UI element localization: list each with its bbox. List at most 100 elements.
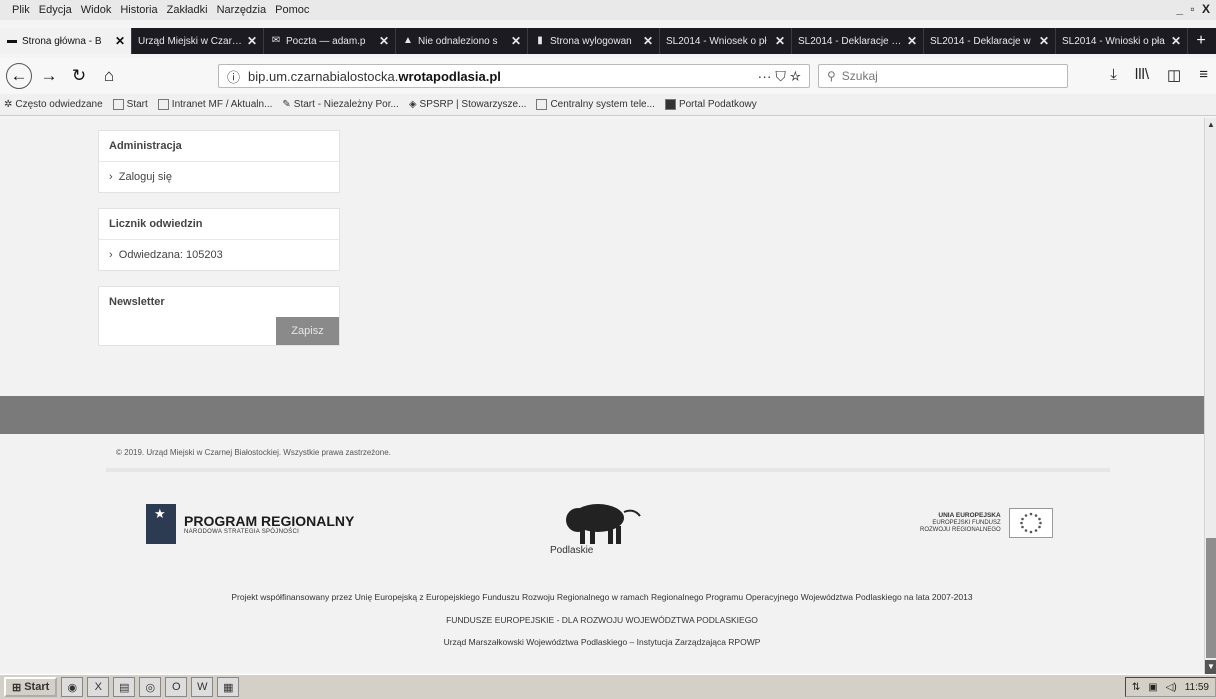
start-button[interactable]: ⊞ Start	[4, 677, 58, 697]
gear-icon: ✲	[4, 99, 13, 110]
taskbar-browser-icon[interactable]: ◎	[139, 677, 162, 697]
clock[interactable]: 11:59	[1185, 682, 1209, 693]
taskbar: ⊞ Start ◉ X ▤ ◎ O W ▦ ⇅ ▣ ◁) 11:59	[0, 674, 1216, 699]
page-icon: ✎	[282, 99, 291, 110]
menu-edycja[interactable]: Edycja	[39, 4, 72, 16]
warning-icon: ▲	[403, 35, 413, 46]
url-prefix: bip.um.czarnabialostocka.	[248, 68, 399, 84]
tray-volume-icon[interactable]: ◁)	[1166, 682, 1177, 693]
system-tray: ⇅ ▣ ◁) 11:59	[1124, 677, 1216, 697]
login-link[interactable]: › Zaloguj się	[99, 162, 339, 192]
close-icon[interactable]: ✕	[643, 34, 653, 48]
menu-pomoc[interactable]: Pomoc	[275, 4, 309, 16]
bookmark-intranet[interactable]: Intranet MF / Aktualn...	[157, 99, 272, 110]
newsletter-widget: Newsletter Zapisz	[98, 286, 340, 346]
taskbar-firefox-icon[interactable]: ◉	[61, 677, 84, 697]
bookmark-spsrp[interactable]: ◈ SPSRP | Stowarzysze...	[409, 99, 527, 110]
menu-zakladki[interactable]: Zakładki	[167, 4, 208, 16]
scroll-thumb[interactable]	[1206, 538, 1216, 658]
tab-strona-glowna[interactable]: ▬ Strona główna - B ✕	[0, 28, 132, 54]
page-icon: ▮	[537, 35, 543, 46]
tab-sl2014-deklaracje-1[interactable]: SL2014 - Deklaracje wy ✕	[792, 28, 924, 54]
home-button[interactable]: ⌂	[96, 63, 122, 89]
page-scrollbar[interactable]: ▲ ▼	[1204, 118, 1216, 674]
menu-widok[interactable]: Widok	[81, 4, 112, 16]
podlaskie-label: Podlaskie	[550, 545, 594, 556]
footer-authority-text: Urząd Marszałkowski Województwa Podlaski…	[443, 637, 761, 647]
window-controls[interactable]: _ ▫ X	[1176, 2, 1212, 16]
page-icon: ◈	[408, 99, 417, 110]
podlaskie-logo: Podlaskie	[550, 498, 660, 558]
tab-bar: ▬ Strona główna - B ✕ Urząd Miejski w Cz…	[0, 28, 1216, 54]
toolbar-right: ⤓ lll\ ◫ ≡	[1110, 66, 1208, 84]
eu-logo: UNIA EUROPEJSKA EUROPEJSKI FUNDUSZ ROZWO…	[920, 508, 1053, 538]
footer-funds-text: FUNDUSZE EUROPEJSKIE - DLA ROZWOJU WOJEW…	[446, 615, 758, 625]
search-input[interactable]: ⚲ Szukaj	[818, 64, 1068, 88]
bookmark-start[interactable]: Start	[112, 99, 148, 110]
tab-sl2014-wniosek[interactable]: SL2014 - Wniosek o pł ✕	[660, 28, 792, 54]
bookmark-niezalezny[interactable]: ✎ Start - Niezależny Por...	[282, 99, 398, 110]
counter-widget: Licznik odwiedzin › Odwiedzana: 105203	[98, 208, 340, 271]
taskbar-app-icon[interactable]: ▤	[113, 677, 136, 697]
info-icon[interactable]: ⓘ	[227, 67, 240, 86]
login-label: Zaloguj się	[118, 171, 172, 183]
forward-button[interactable]: →	[36, 63, 62, 89]
search-placeholder: Szukaj	[841, 69, 878, 83]
sidebar-icon[interactable]: ◫	[1167, 66, 1181, 84]
url-bar[interactable]: ⓘ bip.um.czarnabialostocka.wrotapodlasia…	[218, 64, 810, 88]
tab-sl2014-deklaracje-2[interactable]: SL2014 - Deklaracje w ✕	[924, 28, 1056, 54]
close-icon[interactable]: ✕	[907, 34, 917, 48]
newsletter-submit-button[interactable]: Zapisz	[276, 317, 339, 345]
back-button[interactable]: ←	[6, 63, 32, 89]
footer-divider	[106, 468, 1110, 472]
close-icon[interactable]: ✕	[1039, 34, 1049, 48]
newsletter-email-field[interactable]	[99, 317, 276, 345]
counter-title: Licznik odwiedzin	[99, 209, 339, 240]
close-icon[interactable]: ✕	[379, 34, 389, 48]
eu-line3: ROZWOJU REGIONALNEGO	[920, 527, 1001, 533]
taskbar-app2-icon[interactable]: ▦	[217, 677, 240, 697]
close-icon[interactable]: ✕	[511, 34, 521, 48]
footer-project-text: Projekt współfinansowany przez Unię Euro…	[231, 592, 973, 602]
bookmark-centralny[interactable]: Centralny system tele...	[536, 99, 655, 110]
menu-historia[interactable]: Historia	[120, 4, 157, 16]
taskbar-word-icon[interactable]: W	[191, 677, 214, 697]
taskbar-outlook-icon[interactable]: O	[165, 677, 188, 697]
taskbar-excel-icon[interactable]: X	[87, 677, 110, 697]
tab-sl2014-wnioski[interactable]: SL2014 - Wnioski o pła ✕	[1056, 28, 1188, 54]
eu-flag-icon	[1008, 508, 1053, 538]
newsletter-form: Zapisz	[99, 317, 339, 345]
tab-poczta[interactable]: ✉ Poczta — adam.p ✕	[264, 28, 396, 54]
reload-icon: ↻	[71, 66, 87, 85]
page-icon	[536, 99, 548, 110]
tab-urzad-miejski[interactable]: Urząd Miejski w Czarne ✕	[132, 28, 264, 54]
close-icon[interactable]: ✕	[247, 34, 257, 48]
tray-arrows-icon[interactable]: ⇅	[1132, 682, 1140, 693]
tab-nie-odnaleziono[interactable]: ▲ Nie odnaleziono s ✕	[396, 28, 528, 54]
download-icon[interactable]: ⤓	[1110, 66, 1117, 84]
url-actions[interactable]: ··· ⛉ ☆	[758, 68, 809, 85]
library-icon[interactable]: lll\	[1135, 66, 1149, 84]
eu-text: UNIA EUROPEJSKA EUROPEJSKI FUNDUSZ ROZWO…	[920, 512, 1001, 534]
bookmark-czesto-odwiedzane[interactable]: ✲ Często odwiedzane	[4, 99, 103, 110]
eu-stars-icon	[1019, 512, 1042, 534]
nav-bar: ← → ↻ ⌂ ⓘ bip.um.czarnabialostocka.wrota…	[0, 58, 1216, 94]
menu-plik[interactable]: Plik	[12, 4, 30, 16]
menu-narzedzia[interactable]: Narzędzia	[217, 4, 267, 16]
scroll-up-icon[interactable]: ▲	[1205, 118, 1216, 132]
tray-network-icon[interactable]: ▣	[1148, 682, 1157, 693]
bookmark-portal-podatkowy[interactable]: Portal Podatkowy	[664, 99, 757, 110]
tab-strona-wylogowania[interactable]: ▮ Strona wylogowan ✕	[528, 28, 660, 54]
close-icon[interactable]: ✕	[1171, 34, 1181, 48]
counter-value: › Odwiedzana: 105203	[109, 249, 223, 261]
eu-line1: UNIA EUROPEJSKA	[938, 512, 1001, 519]
new-tab-button[interactable]: +	[1188, 28, 1214, 54]
menu-icon[interactable]: ≡	[1199, 66, 1208, 84]
bookmarks-bar: ✲ Często odwiedzane Start Intranet MF / A…	[0, 94, 1216, 116]
close-icon[interactable]: ✕	[115, 34, 125, 48]
forward-arrow-icon: →	[40, 66, 58, 85]
pr-title: PROGRAM REGIONALNY	[184, 513, 355, 529]
reload-button[interactable]: ↻	[66, 63, 92, 89]
close-icon[interactable]: ✕	[775, 34, 785, 48]
scroll-down-icon[interactable]: ▼	[1205, 660, 1216, 674]
